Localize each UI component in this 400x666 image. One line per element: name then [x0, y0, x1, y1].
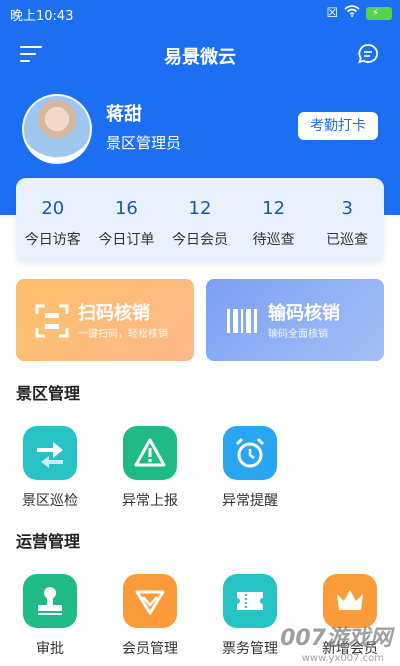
- profile-card: 蒋甜 景区管理员 考勤打卡: [0, 90, 400, 170]
- input-verify-button[interactable]: 输码核销 输码全面核销: [206, 279, 384, 361]
- scan-verify-subtitle: 一键扫码，轻松核销: [78, 329, 168, 340]
- stat-value: 12: [188, 198, 212, 219]
- watermark-url: www.yx007.com: [301, 653, 384, 664]
- stat-label: 今日订单: [98, 232, 155, 248]
- user-name: 蒋甜: [106, 104, 142, 125]
- stats-panel: 20 今日访客 16 今日订单 12 今日会员 12 待巡查 3 已巡查: [16, 178, 384, 262]
- user-role: 景区管理员: [106, 134, 182, 152]
- watermark-text: 007游戏网: [280, 626, 392, 651]
- warning-icon: [123, 426, 177, 480]
- section-title-operations: 运营管理: [16, 532, 81, 551]
- stat-label: 今日访客: [24, 232, 81, 248]
- status-time: 晚上10:43: [10, 9, 74, 24]
- grid-item-label: 票务管理: [222, 641, 278, 657]
- app-title: 易景微云: [164, 47, 236, 68]
- grid-item-exception-alert[interactable]: 异常提醒: [215, 426, 285, 510]
- stat-value: 16: [114, 198, 138, 219]
- scan-verify-button[interactable]: 扫码核销 一键扫码，轻松核销: [16, 279, 194, 361]
- status-bar: 晚上10:43 ☒ ⚡: [0, 0, 400, 26]
- alarm-clock-icon: [223, 426, 277, 480]
- stamp-icon: [23, 574, 77, 628]
- stat-label: 今日会员: [171, 232, 228, 248]
- sim-icon: ☒: [326, 5, 338, 21]
- grid-item-member-management[interactable]: 会员管理: [115, 574, 185, 658]
- grid-item-label: 审批: [36, 641, 64, 657]
- ticket-icon: [223, 574, 277, 628]
- scan-icon: [34, 303, 70, 339]
- stat-pending-patrol[interactable]: 12 待巡查: [237, 178, 311, 262]
- diamond-icon: [123, 574, 177, 628]
- grid-item-scenic-patrol[interactable]: 景区巡检: [15, 426, 85, 510]
- grid-item-ticket-management[interactable]: 票务管理: [215, 574, 285, 658]
- input-verify-title: 输码核销: [268, 303, 340, 324]
- grid-item-label: 异常上报: [122, 493, 178, 509]
- swap-arrows-icon: [23, 426, 77, 480]
- avatar[interactable]: [22, 94, 92, 164]
- message-icon[interactable]: [356, 42, 380, 66]
- checkin-button[interactable]: 考勤打卡: [298, 112, 378, 140]
- barcode-icon: [224, 303, 260, 339]
- battery-icon: ⚡: [366, 6, 392, 20]
- wifi-icon: [344, 5, 360, 21]
- stat-visitors[interactable]: 20 今日访客: [16, 178, 90, 262]
- grid-item-label: 异常提醒: [222, 493, 278, 509]
- stat-value: 3: [341, 198, 353, 219]
- stat-label: 已巡查: [326, 232, 369, 248]
- grid-item-report-exception[interactable]: 异常上报: [115, 426, 185, 510]
- grid-item-label: 景区巡检: [22, 493, 78, 509]
- stat-patrolled[interactable]: 3 已巡查: [310, 178, 384, 262]
- top-bar: 易景微云: [0, 32, 400, 76]
- status-icons: ☒ ⚡: [326, 5, 392, 21]
- section-title-scenic: 景区管理: [16, 384, 81, 403]
- grid-item-label: 会员管理: [122, 641, 178, 657]
- stat-value: 12: [262, 198, 286, 219]
- stat-label: 待巡查: [252, 232, 295, 248]
- grid-item-approval[interactable]: 审批: [15, 574, 85, 658]
- stat-orders[interactable]: 16 今日订单: [90, 178, 164, 262]
- input-verify-subtitle: 输码全面核销: [268, 329, 328, 340]
- scan-verify-title: 扫码核销: [78, 303, 150, 324]
- stat-members[interactable]: 12 今日会员: [163, 178, 237, 262]
- stat-value: 20: [41, 198, 65, 219]
